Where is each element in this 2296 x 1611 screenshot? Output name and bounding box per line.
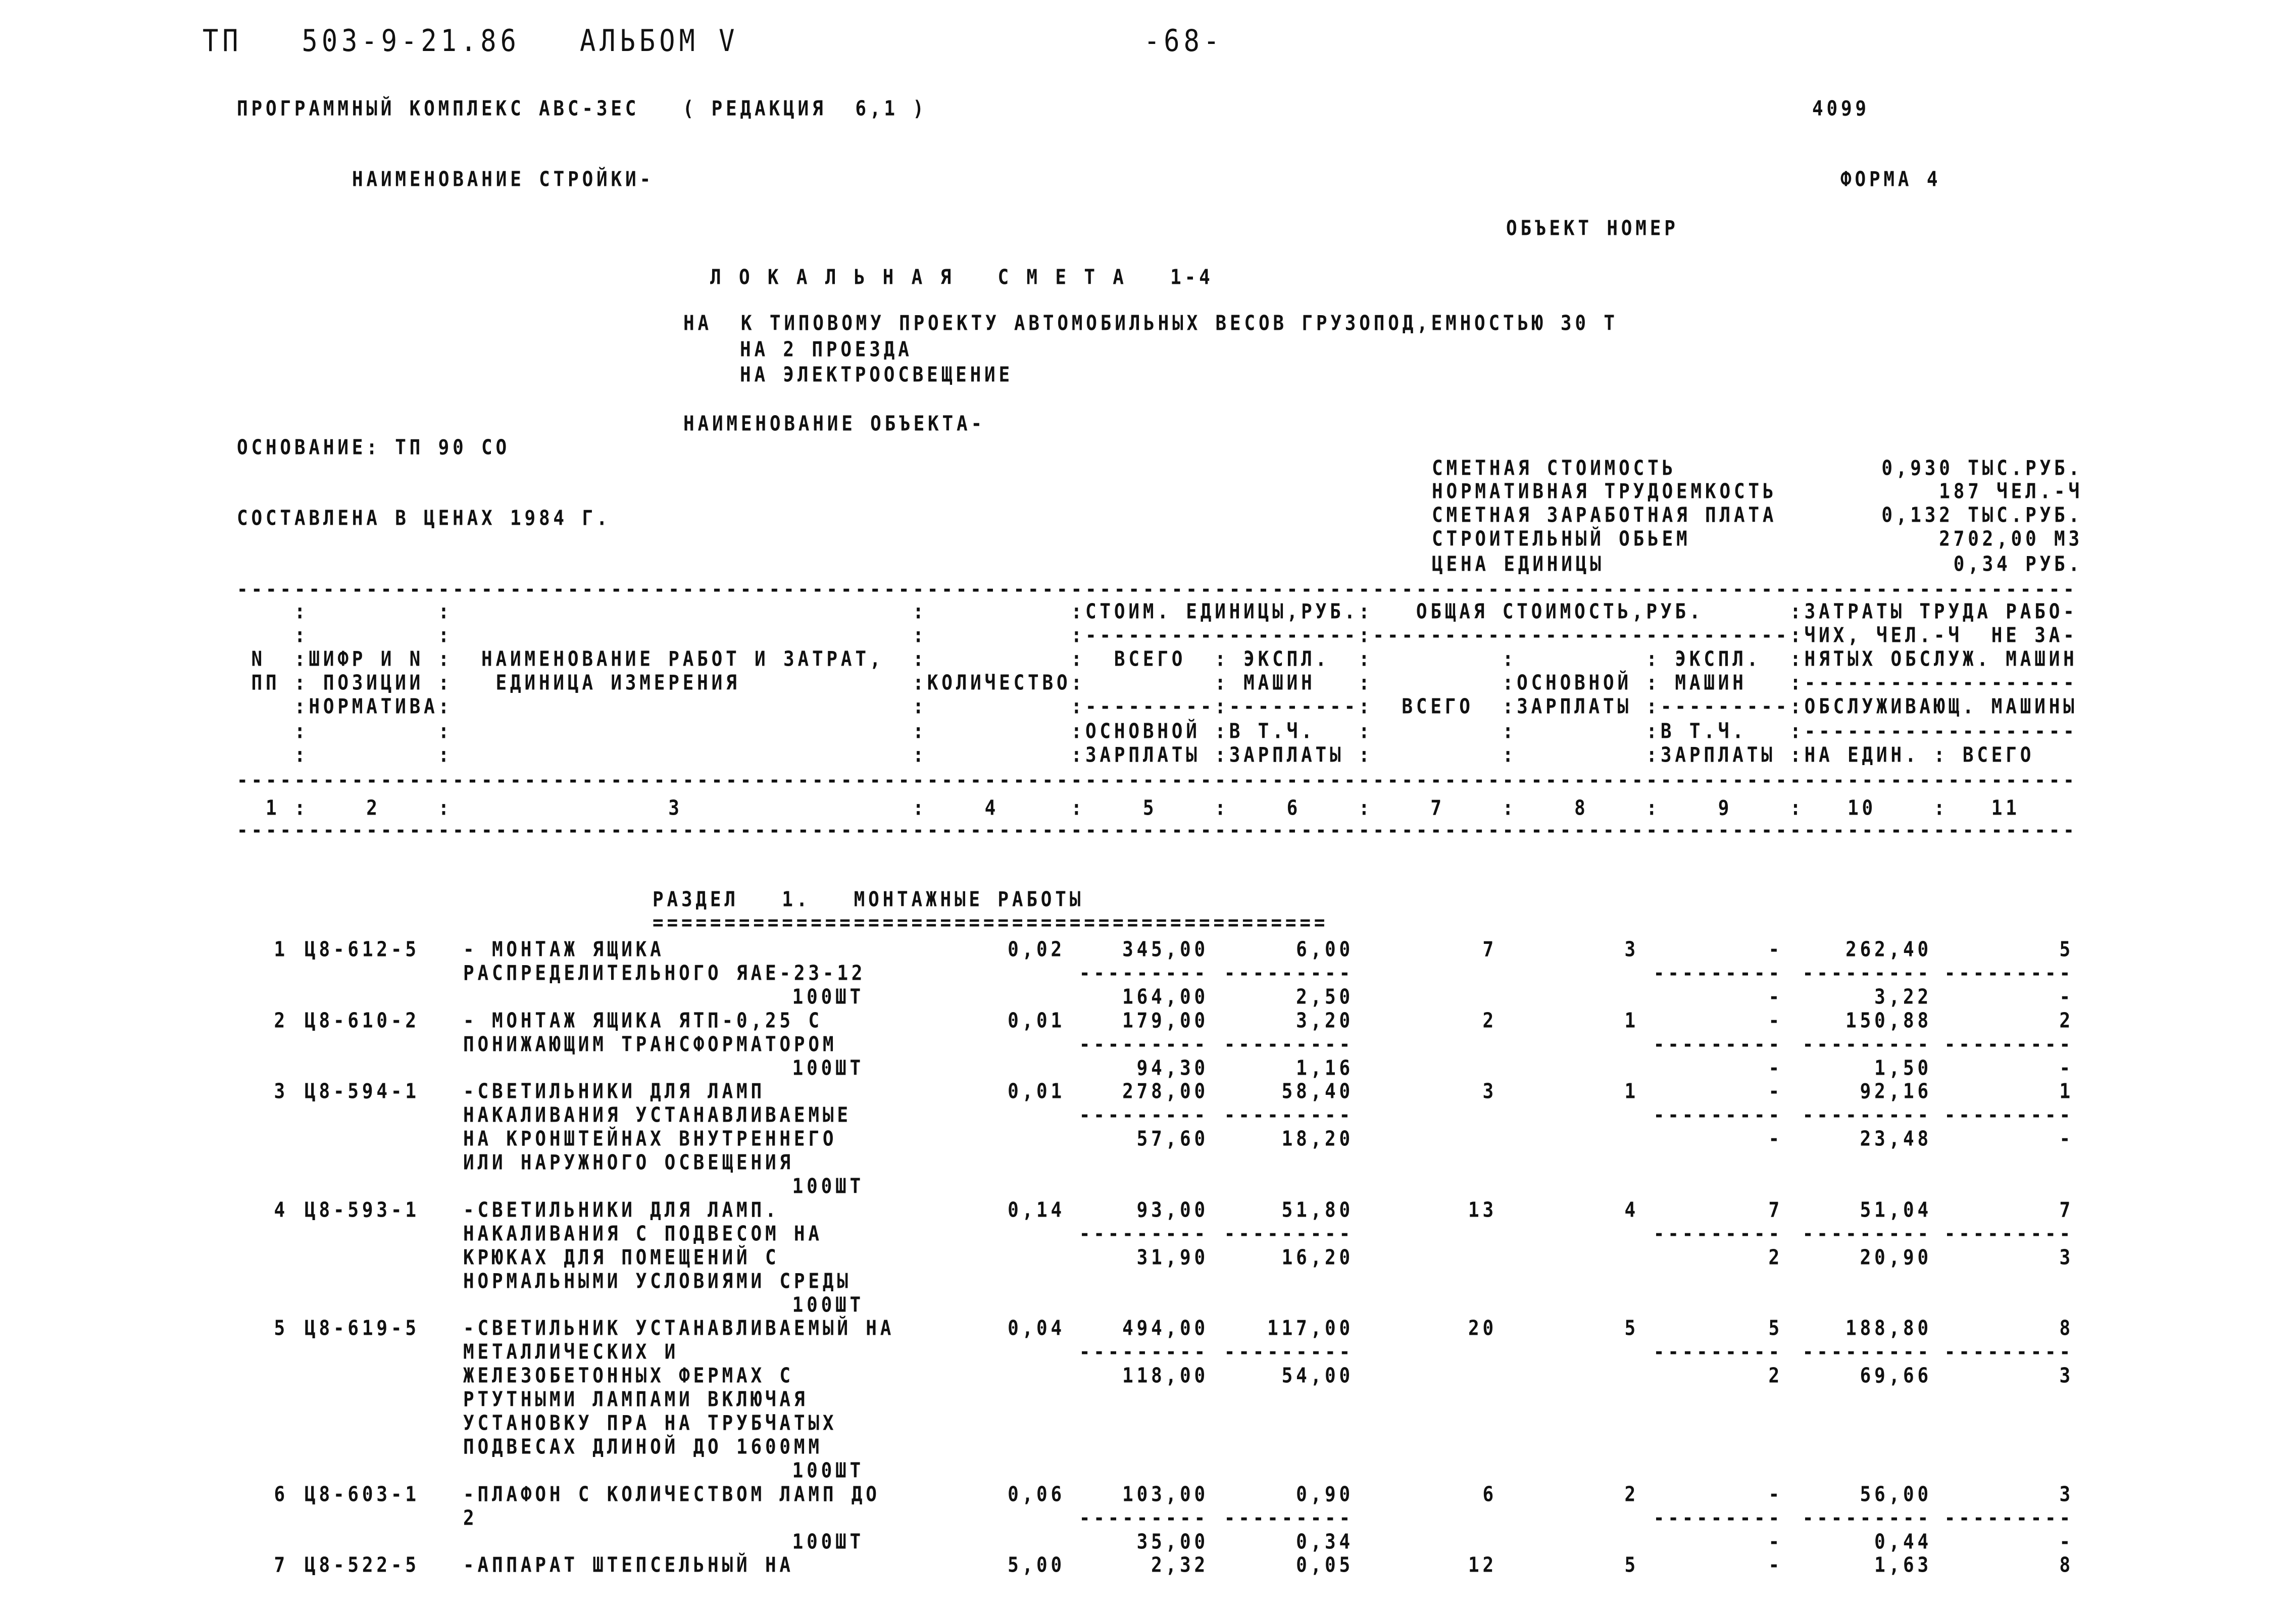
sub-rule: --------- [1224,1103,1354,1127]
header-line: ПП : ПОЗИЦИИ : ЕДИНИЦА ИЗМЕРЕНИЯ :КОЛИЧЕ… [237,671,2078,695]
prices-year: СОСТАВЛЕНА В ЦЕНАХ 1984 Г. [237,506,611,530]
sub-rule: --------- [1224,961,1354,985]
measure-unit: 100ШТ [792,1174,864,1198]
work-description: КРЮКАХ ДЛЯ ПОМЕЩЕНИЙ С [463,1245,780,1270]
rule-line: ----------------------------------------… [237,768,2078,792]
header-line: : : : :ЗАРПЛАТЫ :ЗАРПЛАТЫ : : :ЗАРПЛАТЫ … [237,743,2035,767]
work-description: НАКАЛИВАНИЯ УСТАНАВЛИВАЕМЫЕ [463,1103,852,1127]
labor-total: 2 [2059,1009,2074,1033]
sub-rule: --------- [1944,1222,2074,1246]
sub-rule: --------- [1944,1506,2074,1530]
sub-rule: --------- [1944,1103,2074,1127]
work-description: - МОНТАЖ ЯЩИКА [463,937,665,962]
sub-rule: --------- [1944,1032,2074,1056]
service-labor-total: 3 [2059,1245,2074,1270]
summary-value: 187 ЧЕЛ.-Ч [1939,479,2083,504]
subtitle-line: НА ЭЛЕКТРООСВЕЩЕНИЕ [740,363,1014,387]
summary-label: СМЕТНАЯ ЗАРАБОТНАЯ ПЛАТА [1432,503,1777,527]
doc-number: 4099 [1812,96,1870,121]
work-description: -СВЕТИЛЬНИКИ ДЛЯ ЛАМП. [463,1198,780,1222]
section-underline: ========================================… [653,911,1329,935]
service-labor-total: 3 [2059,1364,2074,1388]
row-number: 4 [274,1198,288,1222]
object-number-label: ОБЪЕКТ НОМЕР [1506,216,1679,240]
work-description: ЖЕЛЕЗОБЕТОННЫХ ФЕРМАХ С [463,1364,794,1388]
form-label: ФОРМА 4 [1840,167,1941,191]
work-description: НАКАЛИВАНИЯ С ПОДВЕСОМ НА [463,1222,823,1246]
norm-code: Ц8-610-2 [305,1009,420,1033]
work-description: 2 [463,1506,478,1530]
summary-label: ЦЕНА ЕДИНИЦЫ [1432,552,1605,576]
row-number: 2 [274,1009,288,1033]
estimate-title: Л О К А Л Ь Н А Я С М Е Т А 1-4 [710,265,1214,289]
norm-code: Ц8-594-1 [305,1079,420,1103]
norm-code: Ц8-603-1 [305,1482,420,1506]
basis: ОСНОВАНИЕ: ТП 90 СО [237,435,511,460]
summary-label: СТРОИТЕЛЬНЫЙ ОБЬЕМ [1432,527,1691,551]
row-number: 1 [274,937,288,962]
sub-rule: --------- [1224,1032,1354,1056]
header-line: N :ШИФР И N : НАИМЕНОВАНИЕ РАБОТ И ЗАТРА… [237,647,2078,671]
construction-name-label: НАИМЕНОВАНИЕ СТРОЙКИ- [352,167,654,191]
object-name-label: НАИМЕНОВАНИЕ ОБЪЕКТА- [683,412,985,436]
measure-unit: 100ШТ [792,985,864,1009]
row-number: 6 [274,1482,288,1506]
sub-rule: --------- [1944,961,2074,985]
labor-total: 7 [2059,1198,2074,1222]
project-code: ТП 503-9-21.86 [203,23,520,59]
sub-rule: --------- [1944,1340,2074,1364]
header-line: : : : :СТОИМ. ЕДИНИЦЫ,РУБ.: ОБЩАЯ СТОИМО… [237,599,2078,624]
sub-rule: --------- [1224,1222,1354,1246]
sub-rule: --------- [1224,1340,1354,1364]
work-description: РТУТНЫМИ ЛАМПАМИ ВКЛЮЧАЯ [463,1387,809,1412]
summary-value: 0,132 ТЫС.РУБ. [1881,503,2083,527]
subtitle-line: НА 2 ПРОЕЗДА [740,337,913,362]
work-description: ПОДВЕСАХ ДЛИНОЙ ДО 1600ММ [463,1435,823,1459]
labor-total: 5 [2059,937,2074,962]
measure-unit: 100ШТ [792,1458,864,1483]
labor-total: 8 [2059,1316,2074,1340]
header-line: : : : :-------------------:-------------… [237,623,2078,647]
summary-value: 2702,00 М3 [1939,527,2083,551]
unit-mach-wage: 16,20 [1281,1245,1354,1270]
work-description: ПОНИЖАЮЩИМ ТРАНСФОРМАТОРОМ [463,1032,837,1056]
work-description: НОРМАЛЬНЫМИ УСЛОВИЯМИ СРЕДЫ [463,1269,852,1293]
labor-total: 8 [2059,1553,2074,1577]
service-labor-total: - [2059,1127,2074,1151]
work-description: МЕТАЛЛИЧЕСКИХ И [463,1340,679,1364]
header-line: : : : :ОСНОВНОЙ :В Т.Ч. : : :В Т.Ч. :---… [237,719,2078,743]
work-description: НА КРОНШТЕЙНАХ ВНУТРЕННЕГО [463,1127,837,1151]
norm-code: Ц8-612-5 [305,937,420,962]
summary-label: НОРМАТИВНАЯ ТРУДОЕМКОСТЬ [1432,479,1777,504]
album-label: АЛЬБОМ V [580,23,739,59]
norm-code: Ц8-593-1 [305,1198,420,1222]
program-name: ПРОГРАММНЫЙ КОМПЛЕКС АВС-3ЕС ( РЕДАКЦИЯ … [237,96,927,121]
header-line: :НОРМАТИВА: : :---------:---------: ВСЕГ… [237,694,2078,719]
work-description: -АППАРАТ ШТЕПСЕЛЬНЫЙ НА [463,1553,794,1577]
unit-mach-wage: 54,00 [1281,1364,1354,1388]
summary-value: 0,34 РУБ. [1953,552,2083,576]
page-number: -68- [1144,23,1224,59]
row-number: 3 [274,1079,288,1103]
labor-total: 3 [2059,1482,2074,1506]
row-number: 7 [274,1553,288,1577]
labor-total: 1 [2059,1079,2074,1103]
norm-code: Ц8-619-5 [305,1316,420,1340]
work-description: УСТАНОВКУ ПРА НА ТРУБЧАТЫХ [463,1411,837,1435]
work-description: РАСПРЕДЕЛИТЕЛЬНОГО ЯАЕ-23-12 [463,961,866,985]
norm-code: Ц8-522-5 [305,1553,420,1577]
rule-line: ----------------------------------------… [237,818,2078,842]
subtitle-line: НА К ТИПОВОМУ ПРОЕКТУ АВТОМОБИЛЬНЫХ ВЕСО… [683,311,1618,335]
row-number: 5 [274,1316,288,1340]
work-description: -СВЕТИЛЬНИКИ ДЛЯ ЛАМП [463,1079,765,1103]
unit-mach-wage: 2,50 [1296,985,1354,1009]
unit-mach-wage: 18,20 [1281,1127,1354,1151]
work-description: ИЛИ НАРУЖНОГО ОСВЕЩЕНИЯ [463,1150,794,1175]
service-labor-total: - [2059,985,2074,1009]
sub-rule: --------- [1224,1506,1354,1530]
